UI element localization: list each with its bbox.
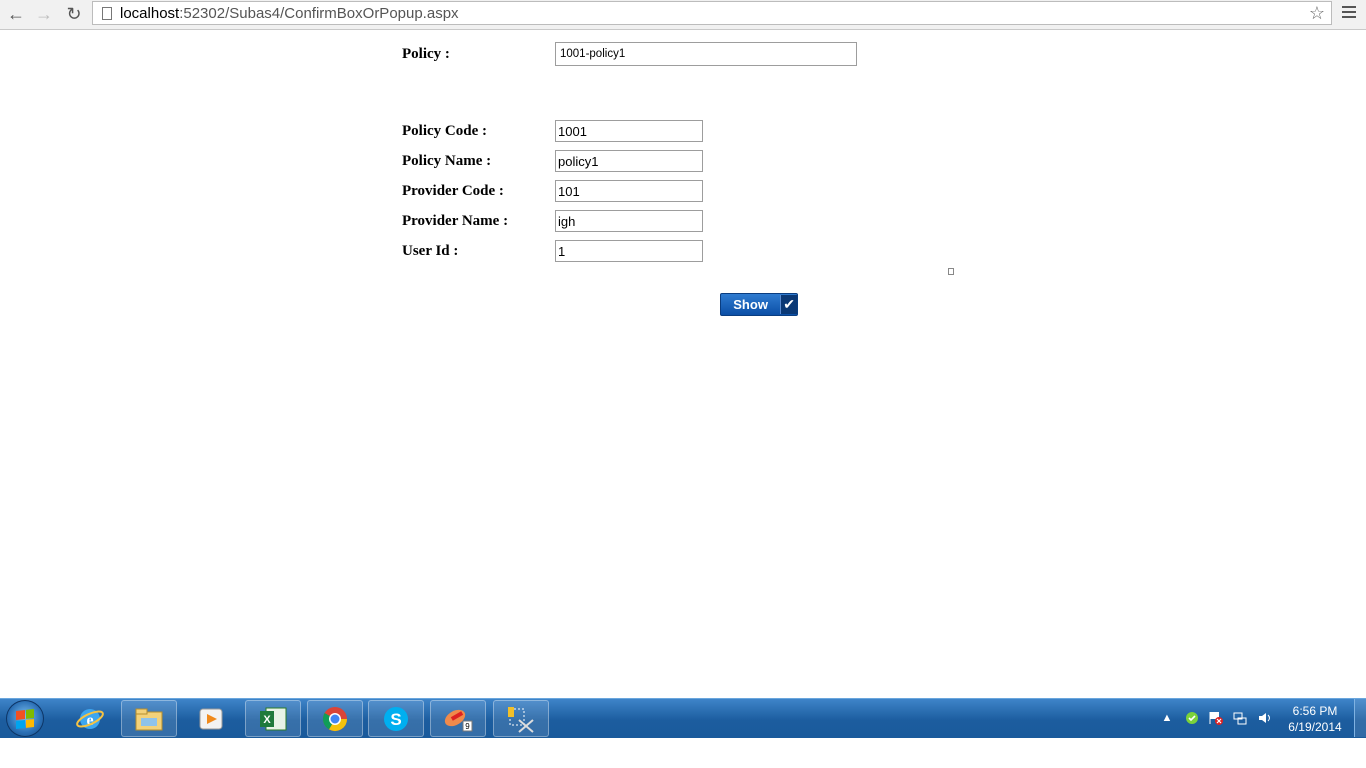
hidden-field-marker: [948, 268, 954, 275]
system-clock[interactable]: 6:56 PM 6/19/2014: [1280, 703, 1350, 735]
network-icon[interactable]: [1233, 711, 1247, 725]
show-hidden-icons-icon[interactable]: ▲: [1160, 711, 1174, 725]
bookmark-star-icon[interactable]: ☆: [1309, 2, 1325, 24]
back-arrow-icon[interactable]: ←: [4, 3, 28, 25]
svg-text:X: X: [263, 714, 271, 726]
security-tray-icon[interactable]: [1185, 711, 1199, 725]
forward-arrow-icon[interactable]: →: [32, 3, 56, 25]
user-id-label: User Id :: [402, 243, 459, 259]
policy-code-input[interactable]: [555, 120, 703, 142]
provider-name-label: Provider Name :: [402, 213, 509, 229]
screen-bottom-area: [0, 738, 1366, 768]
policy-label: Policy :: [402, 46, 450, 62]
provider-code-label: Provider Code :: [402, 183, 504, 199]
chrome-icon[interactable]: [307, 700, 363, 737]
show-button[interactable]: Show ✔: [720, 293, 798, 316]
url-host: localhost: [120, 4, 180, 22]
address-bar[interactable]: localhost:52302/Subas4/ConfirmBoxOrPopup…: [92, 1, 1332, 25]
clock-date: 6/19/2014: [1288, 720, 1342, 734]
browser-toolbar: ← → ↻ localhost:52302/Subas4/ConfirmBoxO…: [0, 0, 1366, 30]
provider-code-input[interactable]: [555, 180, 703, 202]
skype-icon[interactable]: S: [368, 700, 424, 737]
snipping-tool-icon[interactable]: [493, 700, 549, 737]
policy-code-label: Policy Code :: [402, 123, 487, 139]
taskbar-badge-count: 9: [465, 722, 470, 731]
volume-icon[interactable]: [1258, 711, 1272, 725]
checkmark-icon: ✔: [780, 295, 797, 314]
internet-explorer-icon[interactable]: e: [62, 700, 118, 737]
windows-taskbar: e X S 9 ▲ 6:56 PM 6/19/2014: [0, 698, 1366, 738]
windows-logo-icon: [16, 708, 34, 729]
policy-name-input[interactable]: [555, 150, 703, 172]
svg-text:S: S: [390, 710, 401, 729]
media-player-icon[interactable]: [183, 700, 239, 737]
address-url[interactable]: localhost:52302/Subas4/ConfirmBoxOrPopup…: [120, 5, 459, 22]
clock-time: 6:56 PM: [1292, 704, 1338, 718]
paint-tool-icon[interactable]: 9: [430, 700, 486, 737]
reload-icon[interactable]: ↻: [62, 3, 86, 25]
show-button-label: Show: [733, 297, 768, 312]
action-center-flag-icon[interactable]: [1209, 711, 1223, 725]
user-id-input[interactable]: [555, 240, 703, 262]
provider-name-input[interactable]: [555, 210, 703, 232]
start-button[interactable]: [6, 700, 44, 737]
policy-name-label: Policy Name :: [402, 153, 492, 169]
page-icon: [102, 6, 112, 20]
file-explorer-icon[interactable]: [121, 700, 177, 737]
policy-dropdown[interactable]: [555, 42, 857, 66]
chrome-menu-icon[interactable]: [1342, 6, 1356, 21]
excel-icon[interactable]: X: [245, 700, 301, 737]
show-desktop-button[interactable]: [1354, 699, 1366, 737]
url-path: :52302/Subas4/ConfirmBoxOrPopup.aspx: [179, 4, 459, 22]
